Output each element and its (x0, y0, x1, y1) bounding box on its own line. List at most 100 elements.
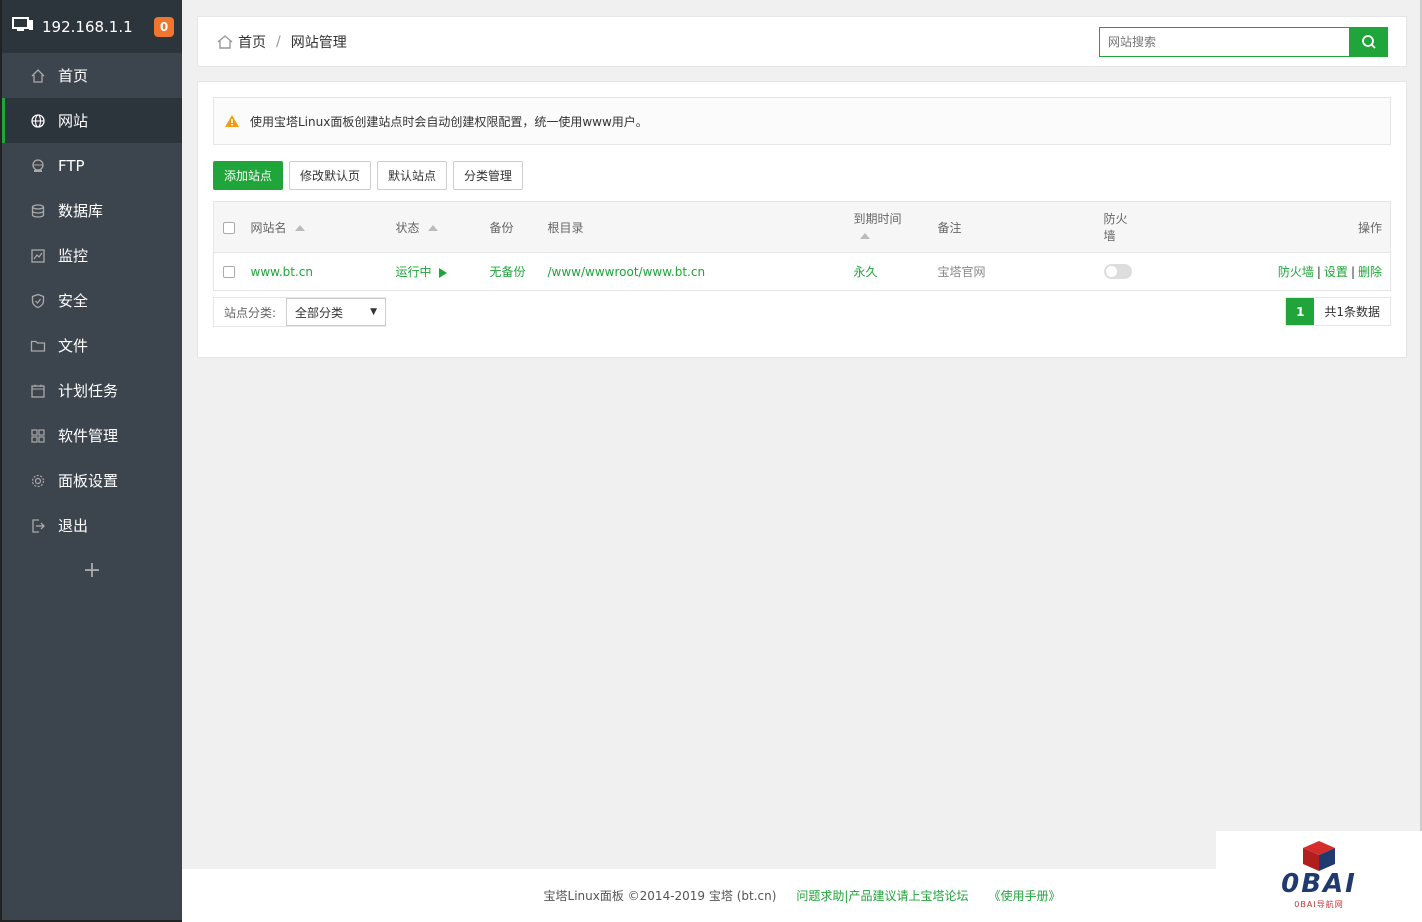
sidebar-item-label: 首页 (58, 67, 89, 85)
column-backup: 备份 (489, 201, 548, 253)
site-expire[interactable]: 永久 (854, 265, 878, 279)
column-label: 状态 (395, 220, 420, 235)
calendar-icon (30, 383, 46, 399)
column-label: 操作 (1357, 220, 1382, 235)
notice-text: 使用宝塔Linux面板创建站点时会自动创建权限配置，统一使用www用户。 (250, 114, 648, 129)
breadcrumb-separator: / (276, 33, 281, 50)
row-actions: 防火墙 | 设置 | 删除 (1134, 253, 1391, 291)
column-label: 到期时间 (853, 212, 902, 226)
firewall-link[interactable]: 防火墙 (1278, 265, 1314, 279)
breadcrumb: 首页 / 网站管理 (198, 32, 347, 52)
sidebar-item-label: 数据库 (58, 202, 104, 220)
column-expire[interactable]: 到期时间 (853, 201, 938, 253)
sidebar-item-label: FTP (58, 156, 85, 175)
sidebar-item-label: 网站 (58, 112, 89, 130)
sidebar-header: 192.168.1.1 0 (2, 0, 182, 53)
add-menu-button[interactable]: + (2, 548, 182, 592)
table-header-row: 网站名 状态 备份 根目录 到期时间 备注 防火墙 操作 (213, 201, 1391, 253)
server-icon (12, 16, 34, 37)
category-label: 站点分类: (224, 305, 277, 320)
sort-icon (294, 225, 305, 231)
sidebar-item-settings[interactable]: 面板设置 (2, 458, 182, 503)
logout-icon (30, 518, 46, 534)
sidebar-item-home[interactable]: 首页 (2, 53, 182, 98)
column-firewall: 防火墙 (1103, 201, 1134, 253)
column-label: 根目录 (547, 220, 584, 235)
firewall-toggle[interactable] (1103, 264, 1132, 279)
sidebar-item-label: 计划任务 (58, 382, 119, 400)
sort-icon (859, 232, 870, 239)
play-icon (439, 267, 448, 278)
footer-copyright: 宝塔Linux面板 ©2014-2019 宝塔 (bt.cn) (543, 889, 777, 903)
footer-manual-link[interactable]: 《使用手册》 (988, 887, 1060, 904)
home-icon (216, 34, 234, 50)
dropdown-arrow-icon: ▼ (370, 307, 378, 317)
site-backup-link[interactable]: 无备份 (490, 265, 526, 279)
column-label: 备份 (489, 220, 514, 235)
globe-icon (30, 113, 46, 129)
watermark-logo: 0BAI 0BAI导航网 (1216, 831, 1422, 922)
notice-banner: 使用宝塔Linux面板创建站点时会自动创建权限配置，统一使用www用户。 (213, 97, 1391, 145)
category-manage-button[interactable]: 分类管理 (453, 161, 524, 190)
sidebar-item-website[interactable]: 网站 (2, 98, 182, 143)
column-status[interactable]: 状态 (395, 201, 490, 253)
sidebar-item-label: 监控 (58, 247, 89, 265)
column-name[interactable]: 网站名 (250, 201, 396, 253)
site-name-link[interactable]: www.bt.cn (251, 265, 314, 279)
sidebar-item-label: 面板设置 (58, 472, 119, 490)
sidebar-item-ftp[interactable]: FTP (2, 143, 182, 188)
category-selected: 全部分类 (295, 305, 344, 320)
folder-icon (30, 338, 46, 354)
warning-icon (224, 114, 240, 128)
separator: | (1316, 265, 1321, 279)
gear-icon (30, 473, 46, 489)
sidebar-item-database[interactable]: 数据库 (2, 188, 182, 233)
search-input[interactable] (1099, 27, 1349, 57)
site-remark[interactable]: 宝塔官网 (938, 265, 986, 279)
page-number-current[interactable]: 1 (1286, 298, 1315, 325)
search-button[interactable] (1349, 27, 1388, 57)
site-status[interactable]: 运行中 (396, 265, 432, 279)
sidebar-item-files[interactable]: 文件 (2, 323, 182, 368)
footer-help-link[interactable]: 问题求助|产品建议请上宝塔论坛 (796, 887, 968, 904)
column-label: 防火墙 (1103, 212, 1128, 243)
sidebar-item-label: 文件 (58, 337, 89, 355)
column-remark: 备注 (937, 201, 1104, 253)
default-site-button[interactable]: 默认站点 (377, 161, 448, 190)
watermark-subtext: 0BAI导航网 (1294, 900, 1344, 909)
shield-icon (30, 293, 46, 309)
sites-table: 网站名 状态 备份 根目录 到期时间 备注 防火墙 操作 www.bt.cn 运… (213, 201, 1391, 291)
main-panel: 使用宝塔Linux面板创建站点时会自动创建权限配置，统一使用www用户。 添加站… (197, 81, 1407, 358)
edit-default-page-button[interactable]: 修改默认页 (289, 161, 372, 190)
ftp-icon (30, 158, 46, 174)
database-icon (30, 203, 46, 219)
server-ip: 192.168.1.1 (42, 17, 133, 36)
delete-link[interactable]: 删除 (1358, 265, 1382, 279)
watermark-text: 0BAI (1281, 869, 1357, 899)
column-label: 备注 (937, 220, 962, 235)
column-ops: 操作 (1133, 201, 1391, 253)
toolbar: 添加站点 修改默认页 默认站点 分类管理 (213, 161, 524, 190)
breadcrumb-home[interactable]: 首页 (238, 32, 266, 52)
sidebar-menu: 首页 网站 FTP 数据库 监控 安全 文件 计划任务 软件管理 面板设置 退出 (2, 53, 182, 548)
column-root: 根目录 (547, 201, 854, 253)
add-site-button[interactable]: 添加站点 (213, 161, 284, 190)
sidebar-item-logout[interactable]: 退出 (2, 503, 182, 548)
separator: | (1350, 265, 1355, 279)
sidebar-item-software[interactable]: 软件管理 (2, 413, 182, 458)
search-icon (1361, 34, 1377, 50)
notification-badge[interactable]: 0 (154, 16, 174, 37)
category-select[interactable]: 全部分类 ▼ (286, 298, 387, 326)
sidebar-item-monitor[interactable]: 监控 (2, 233, 182, 278)
top-bar: 首页 / 网站管理 (197, 16, 1407, 67)
sidebar-item-security[interactable]: 安全 (2, 278, 182, 323)
site-root-link[interactable]: /www/wwwroot/www.bt.cn (548, 265, 706, 279)
home-icon (30, 68, 46, 84)
sidebar-item-label: 安全 (58, 292, 89, 310)
select-all-checkbox[interactable] (223, 221, 235, 234)
settings-link[interactable]: 设置 (1324, 265, 1348, 279)
table-row: www.bt.cn 运行中 无备份 /www/wwwroot/www.bt.cn… (214, 253, 1391, 291)
row-checkbox[interactable] (223, 266, 235, 278)
sidebar-item-cron[interactable]: 计划任务 (2, 368, 182, 413)
sort-icon (427, 225, 438, 231)
